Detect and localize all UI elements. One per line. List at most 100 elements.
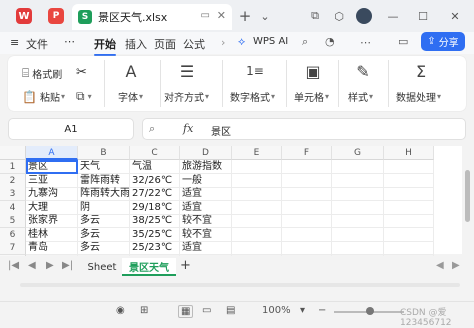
zoom-dropdown-icon[interactable]: ▾	[300, 305, 305, 316]
cell-c5[interactable]: 38/25℃	[130, 214, 180, 228]
cell-h5[interactable]	[384, 214, 434, 228]
prev-sheet-icon[interactable]: ◀	[28, 260, 36, 271]
menu-scroll-right-icon[interactable]: ›	[221, 36, 225, 49]
tab-insert[interactable]: 插入	[125, 36, 147, 52]
window-restore-icon[interactable]: ⧉	[306, 7, 324, 25]
cell-a6[interactable]: 桂林	[26, 227, 78, 242]
row-header-5[interactable]: 5	[0, 214, 26, 228]
cell-a2[interactable]: 三亚	[26, 173, 78, 188]
add-sheet-button[interactable]: +	[180, 258, 191, 273]
cell-g2[interactable]	[332, 173, 384, 188]
cell-b2[interactable]: 雷阵雨转	[78, 173, 130, 188]
close-window-button[interactable]: ✕	[446, 7, 464, 25]
cell-e4[interactable]	[232, 200, 282, 215]
tab-sheet[interactable]: Sheet	[82, 258, 122, 276]
font-button[interactable]: 字体 ▾	[118, 89, 143, 104]
cell-h7[interactable]	[384, 241, 434, 255]
cell-h3[interactable]	[384, 187, 434, 201]
column-header-d[interactable]: D	[180, 146, 232, 160]
cut-button[interactable]: ✂	[76, 65, 87, 80]
minimize-button[interactable]: —	[384, 7, 402, 25]
cell-f3[interactable]	[282, 187, 332, 201]
menu-file[interactable]: 文件	[26, 36, 48, 52]
row-header-6[interactable]: 6	[0, 227, 26, 242]
cell-a1[interactable]: 景区	[26, 160, 78, 174]
page-break-icon[interactable]: ▤	[226, 305, 235, 316]
cell-c7[interactable]: 25/23℃	[130, 241, 180, 255]
cell-f2[interactable]	[282, 173, 332, 188]
row-header-1[interactable]: 1	[0, 160, 26, 174]
cell-d1[interactable]: 旅游指数	[180, 160, 232, 174]
wps-home-tab[interactable]: W	[8, 5, 40, 27]
sheet-scroll-left-icon[interactable]: ◀	[436, 260, 444, 271]
column-header-a[interactable]: A	[26, 146, 78, 160]
cell-e5[interactable]	[232, 214, 282, 228]
cell-e6[interactable]	[232, 227, 282, 242]
name-box[interactable]: A1	[8, 118, 134, 140]
paste-button[interactable]: 📋 粘贴 ▾	[22, 89, 65, 105]
page-layout-icon[interactable]: ▭	[202, 305, 211, 316]
document-tab[interactable]: S 景区天气.xlsx ▭ ✕	[72, 4, 232, 30]
cell-g1[interactable]	[332, 160, 384, 174]
cell-b3[interactable]: 阵雨转大雨	[78, 187, 130, 201]
cell-g6[interactable]	[332, 227, 384, 242]
number-format-button[interactable]: 数字格式 ▾	[230, 89, 275, 104]
cell-g7[interactable]	[332, 241, 384, 255]
row-header-4[interactable]: 4	[0, 200, 26, 215]
style-button[interactable]: 样式 ▾	[348, 89, 373, 104]
more-menu-icon[interactable]: ⋯	[64, 35, 75, 48]
zoom-level[interactable]: 100%	[262, 305, 291, 316]
search-icon[interactable]: ⌕	[302, 35, 308, 49]
wps-ai-button[interactable]: WPS AI	[253, 36, 288, 47]
cell-button[interactable]: 单元格 ▾	[294, 89, 329, 104]
column-header-b[interactable]: B	[78, 146, 130, 160]
eye-protection-icon[interactable]: ◉	[116, 305, 125, 316]
data-processing-button[interactable]: 数据处理 ▾	[396, 89, 441, 104]
tab-list-dropdown-icon[interactable]: ⌄	[256, 7, 274, 25]
alignment-button[interactable]: 对齐方式 ▾	[164, 89, 209, 104]
lock-icon[interactable]: ⊞	[140, 305, 148, 316]
cell-c1[interactable]: 气温	[130, 160, 180, 174]
tab-home[interactable]: 开始	[94, 36, 116, 56]
comment-icon[interactable]: ▭	[398, 35, 408, 48]
cell-f6[interactable]	[282, 227, 332, 242]
cell-c2[interactable]: 32/26℃	[130, 173, 180, 188]
cell-d7[interactable]: 适宜	[180, 241, 232, 255]
cell-c3[interactable]: 27/22℃	[130, 187, 180, 201]
cell-b5[interactable]: 多云	[78, 214, 130, 228]
monitor-icon[interactable]: ▭	[201, 10, 210, 21]
tab-scenic-weather[interactable]: 景区天气	[122, 258, 176, 276]
cell-b6[interactable]: 多云	[78, 227, 130, 242]
column-header-h[interactable]: H	[384, 146, 434, 160]
cell-h2[interactable]	[384, 173, 434, 188]
normal-view-icon[interactable]: ▦	[178, 305, 194, 318]
cell-f4[interactable]	[282, 200, 332, 215]
format-painter-button[interactable]: ⌸ 格式刷	[22, 66, 62, 81]
row-header-7[interactable]: 7	[0, 241, 26, 255]
cell-d6[interactable]: 较不宜	[180, 227, 232, 242]
copy-button[interactable]: ⧉ ▾	[76, 89, 92, 104]
horizontal-scrollbar[interactable]	[20, 283, 460, 287]
cell-a3[interactable]: 九寨沟	[26, 187, 78, 201]
cell-d5[interactable]: 较不宜	[180, 214, 232, 228]
formula-input[interactable]: 景区	[211, 123, 231, 138]
row-header-3[interactable]: 3	[0, 187, 26, 201]
hamburger-menu-icon[interactable]: ≡	[10, 36, 19, 49]
cell-b4[interactable]: 阴	[78, 200, 130, 215]
cell-d2[interactable]: 一般	[180, 173, 232, 188]
cell-e2[interactable]	[232, 173, 282, 188]
cell-d4[interactable]: 适宜	[180, 200, 232, 215]
cell-e3[interactable]	[232, 187, 282, 201]
sheet-scroll-right-icon[interactable]: ▶	[452, 260, 460, 271]
next-sheet-icon[interactable]: ▶	[46, 260, 54, 271]
pdf-app-tab[interactable]: P	[40, 5, 72, 27]
cell-g4[interactable]	[332, 200, 384, 215]
tab-page[interactable]: 页面	[154, 36, 176, 52]
cell-a5[interactable]: 张家界	[26, 214, 78, 228]
column-header-c[interactable]: C	[130, 146, 180, 160]
notification-icon[interactable]: ◔	[325, 35, 335, 48]
first-sheet-icon[interactable]: |◀	[8, 260, 19, 271]
select-all-corner[interactable]	[0, 146, 26, 160]
cell-d3[interactable]: 适宜	[180, 187, 232, 201]
cell-g5[interactable]	[332, 214, 384, 228]
